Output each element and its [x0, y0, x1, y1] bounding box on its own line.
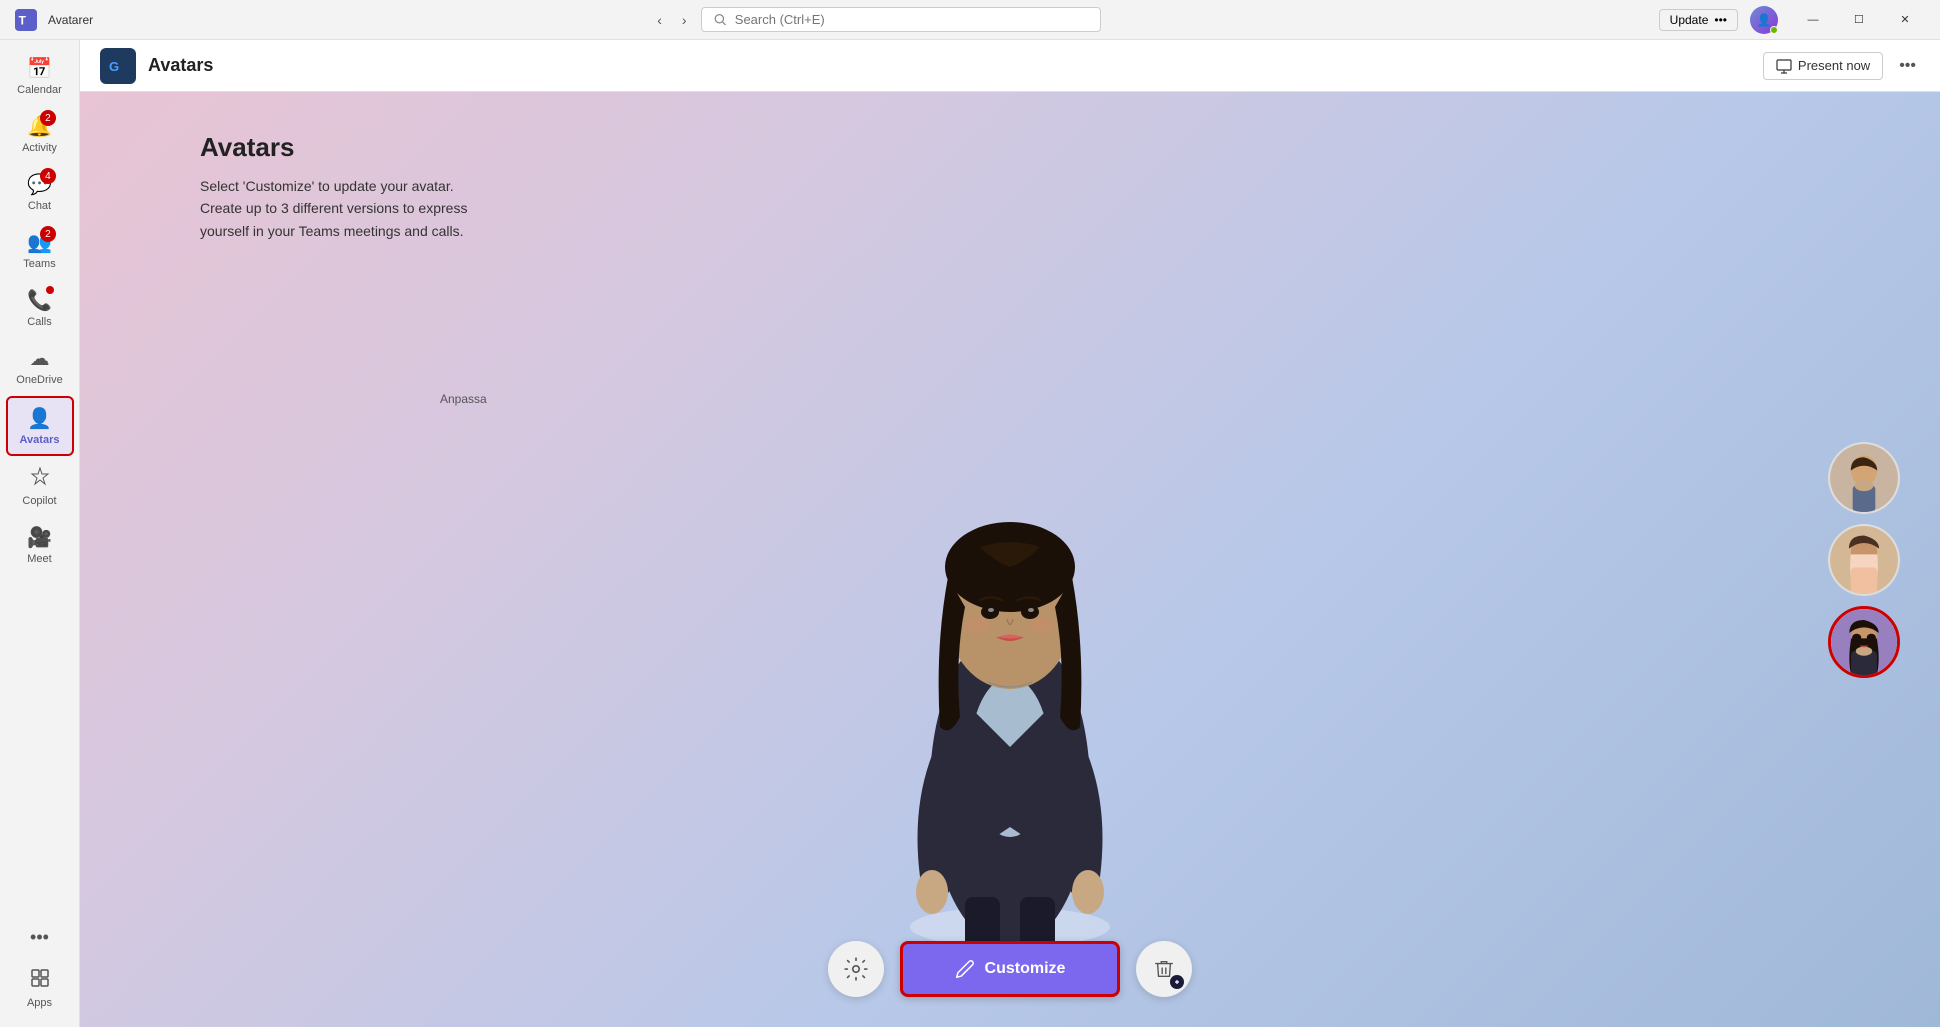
- app-header-left: G Avatars: [100, 48, 213, 84]
- anpassa-label: Anpassa: [440, 392, 487, 406]
- app-header: G Avatars Present now •••: [80, 40, 1940, 92]
- avatar-desc-line3: yourself in your Teams meetings and call…: [200, 223, 464, 239]
- apps-icon: [30, 968, 50, 994]
- avatar-info-section: Avatars Select 'Customize' to update you…: [200, 132, 467, 242]
- page-title: Avatars: [148, 55, 213, 76]
- avatar-figure: [860, 447, 1160, 947]
- title-bar: T Avatarer ‹ › Update ••• 👤 — ☐ ✕: [0, 0, 1940, 40]
- avatar-description: Select 'Customize' to update your avatar…: [200, 175, 467, 242]
- settings-icon: [843, 956, 869, 982]
- header-more-button[interactable]: •••: [1895, 53, 1920, 79]
- teams-logo-icon: T: [12, 6, 40, 34]
- sidebar-label-chat: Chat: [28, 200, 51, 212]
- content-area: G Avatars Present now •••: [80, 40, 1940, 1027]
- sidebar-item-teams[interactable]: 👥 2 Teams: [6, 222, 74, 278]
- titlebar-left: T Avatarer: [12, 6, 93, 34]
- update-more-icon: •••: [1714, 13, 1727, 27]
- copilot-icon: [30, 466, 50, 492]
- minimize-button[interactable]: —: [1790, 5, 1836, 35]
- activity-icon: 🔔 2: [27, 114, 52, 139]
- search-icon: [714, 13, 727, 27]
- calls-badge-dot: [46, 286, 54, 294]
- meet-icon: 🎥: [27, 525, 52, 550]
- update-label: Update: [1670, 13, 1709, 27]
- avatar-thumb-1[interactable]: [1828, 442, 1900, 514]
- sidebar-item-calendar[interactable]: 📅 Calendar: [6, 48, 74, 104]
- user-avatar[interactable]: 👤: [1750, 6, 1778, 34]
- chat-badge: 4: [40, 168, 56, 184]
- titlebar-app-name: Avatarer: [48, 13, 93, 27]
- avatar-page: Avatars Select 'Customize' to update you…: [80, 92, 1940, 1027]
- main-layout: 📅 Calendar 🔔 2 Activity 💬 4 Chat 👥 2: [0, 40, 1940, 1027]
- close-button[interactable]: ✕: [1882, 5, 1928, 35]
- search-bar[interactable]: [701, 7, 1101, 32]
- update-button[interactable]: Update •••: [1659, 9, 1738, 31]
- present-now-label: Present now: [1798, 58, 1870, 73]
- teams-badge: 2: [40, 226, 56, 242]
- forward-button[interactable]: ›: [676, 10, 693, 30]
- sidebar-item-calls[interactable]: 📞 Calls: [6, 280, 74, 336]
- present-icon: [1776, 58, 1792, 74]
- avatars-icon: 👤: [27, 406, 52, 431]
- customize-label: Customize: [985, 960, 1066, 978]
- sidebar-label-meet: Meet: [27, 553, 51, 565]
- sidebar-item-onedrive[interactable]: ☁ OneDrive: [6, 338, 74, 394]
- search-input[interactable]: [735, 12, 1088, 27]
- chat-icon: 💬 4: [27, 172, 52, 197]
- titlebar-right: Update ••• 👤 — ☐ ✕: [1659, 5, 1928, 35]
- back-button[interactable]: ‹: [651, 10, 668, 30]
- avatar-desc-line2: Create up to 3 different versions to exp…: [200, 200, 467, 216]
- bottom-controls: Customize: [828, 941, 1192, 997]
- present-now-button[interactable]: Present now: [1763, 52, 1883, 80]
- sidebar-label-calendar: Calendar: [17, 84, 62, 96]
- sidebar-item-copilot[interactable]: Copilot: [6, 458, 74, 515]
- app-logo-icon: G: [100, 48, 136, 84]
- pencil-icon: [955, 959, 975, 979]
- sidebar-label-copilot: Copilot: [22, 495, 56, 507]
- settings-button[interactable]: [828, 941, 884, 997]
- sidebar-item-avatars[interactable]: 👤 Avatars: [6, 396, 74, 456]
- sidebar-label-avatars: Avatars: [20, 434, 60, 446]
- avatar-thumbnails: [1828, 442, 1900, 678]
- avatar-3d-svg: [860, 447, 1160, 967]
- calls-icon: 📞: [27, 288, 52, 313]
- customize-button[interactable]: Customize: [900, 941, 1120, 997]
- sidebar: 📅 Calendar 🔔 2 Activity 💬 4 Chat 👥 2: [0, 40, 80, 1027]
- sidebar-label-activity: Activity: [22, 142, 57, 154]
- delete-button[interactable]: [1136, 941, 1192, 997]
- sidebar-item-activity[interactable]: 🔔 2 Activity: [6, 106, 74, 162]
- activity-badge: 2: [40, 110, 56, 126]
- sidebar-label-calls: Calls: [27, 316, 51, 328]
- avatar-page-title: Avatars: [200, 132, 467, 163]
- sidebar-label-onedrive: OneDrive: [16, 374, 62, 386]
- teams-icon: 👥 2: [27, 230, 52, 255]
- window-controls: — ☐ ✕: [1790, 5, 1928, 35]
- online-status-dot: [1770, 26, 1778, 34]
- titlebar-nav: ‹ ›: [651, 7, 1100, 32]
- sidebar-label-apps: Apps: [27, 997, 52, 1009]
- onedrive-icon: ☁: [30, 346, 50, 371]
- more-options-button[interactable]: •••: [22, 919, 57, 956]
- settings-sub-icon: [1172, 977, 1182, 987]
- sidebar-item-apps[interactable]: Apps: [6, 960, 74, 1017]
- maximize-button[interactable]: ☐: [1836, 5, 1882, 35]
- svg-text:G: G: [109, 59, 119, 74]
- avatar-desc-line1: Select 'Customize' to update your avatar…: [200, 178, 454, 194]
- svg-text:T: T: [19, 13, 27, 27]
- app-header-right: Present now •••: [1763, 52, 1920, 80]
- avatar-thumb-2[interactable]: [1828, 524, 1900, 596]
- sidebar-item-meet[interactable]: 🎥 Meet: [6, 517, 74, 573]
- sidebar-item-chat[interactable]: 💬 4 Chat: [6, 164, 74, 220]
- avatar-thumb-3[interactable]: [1828, 606, 1900, 678]
- calendar-icon: 📅: [27, 56, 52, 81]
- sidebar-label-teams: Teams: [23, 258, 55, 270]
